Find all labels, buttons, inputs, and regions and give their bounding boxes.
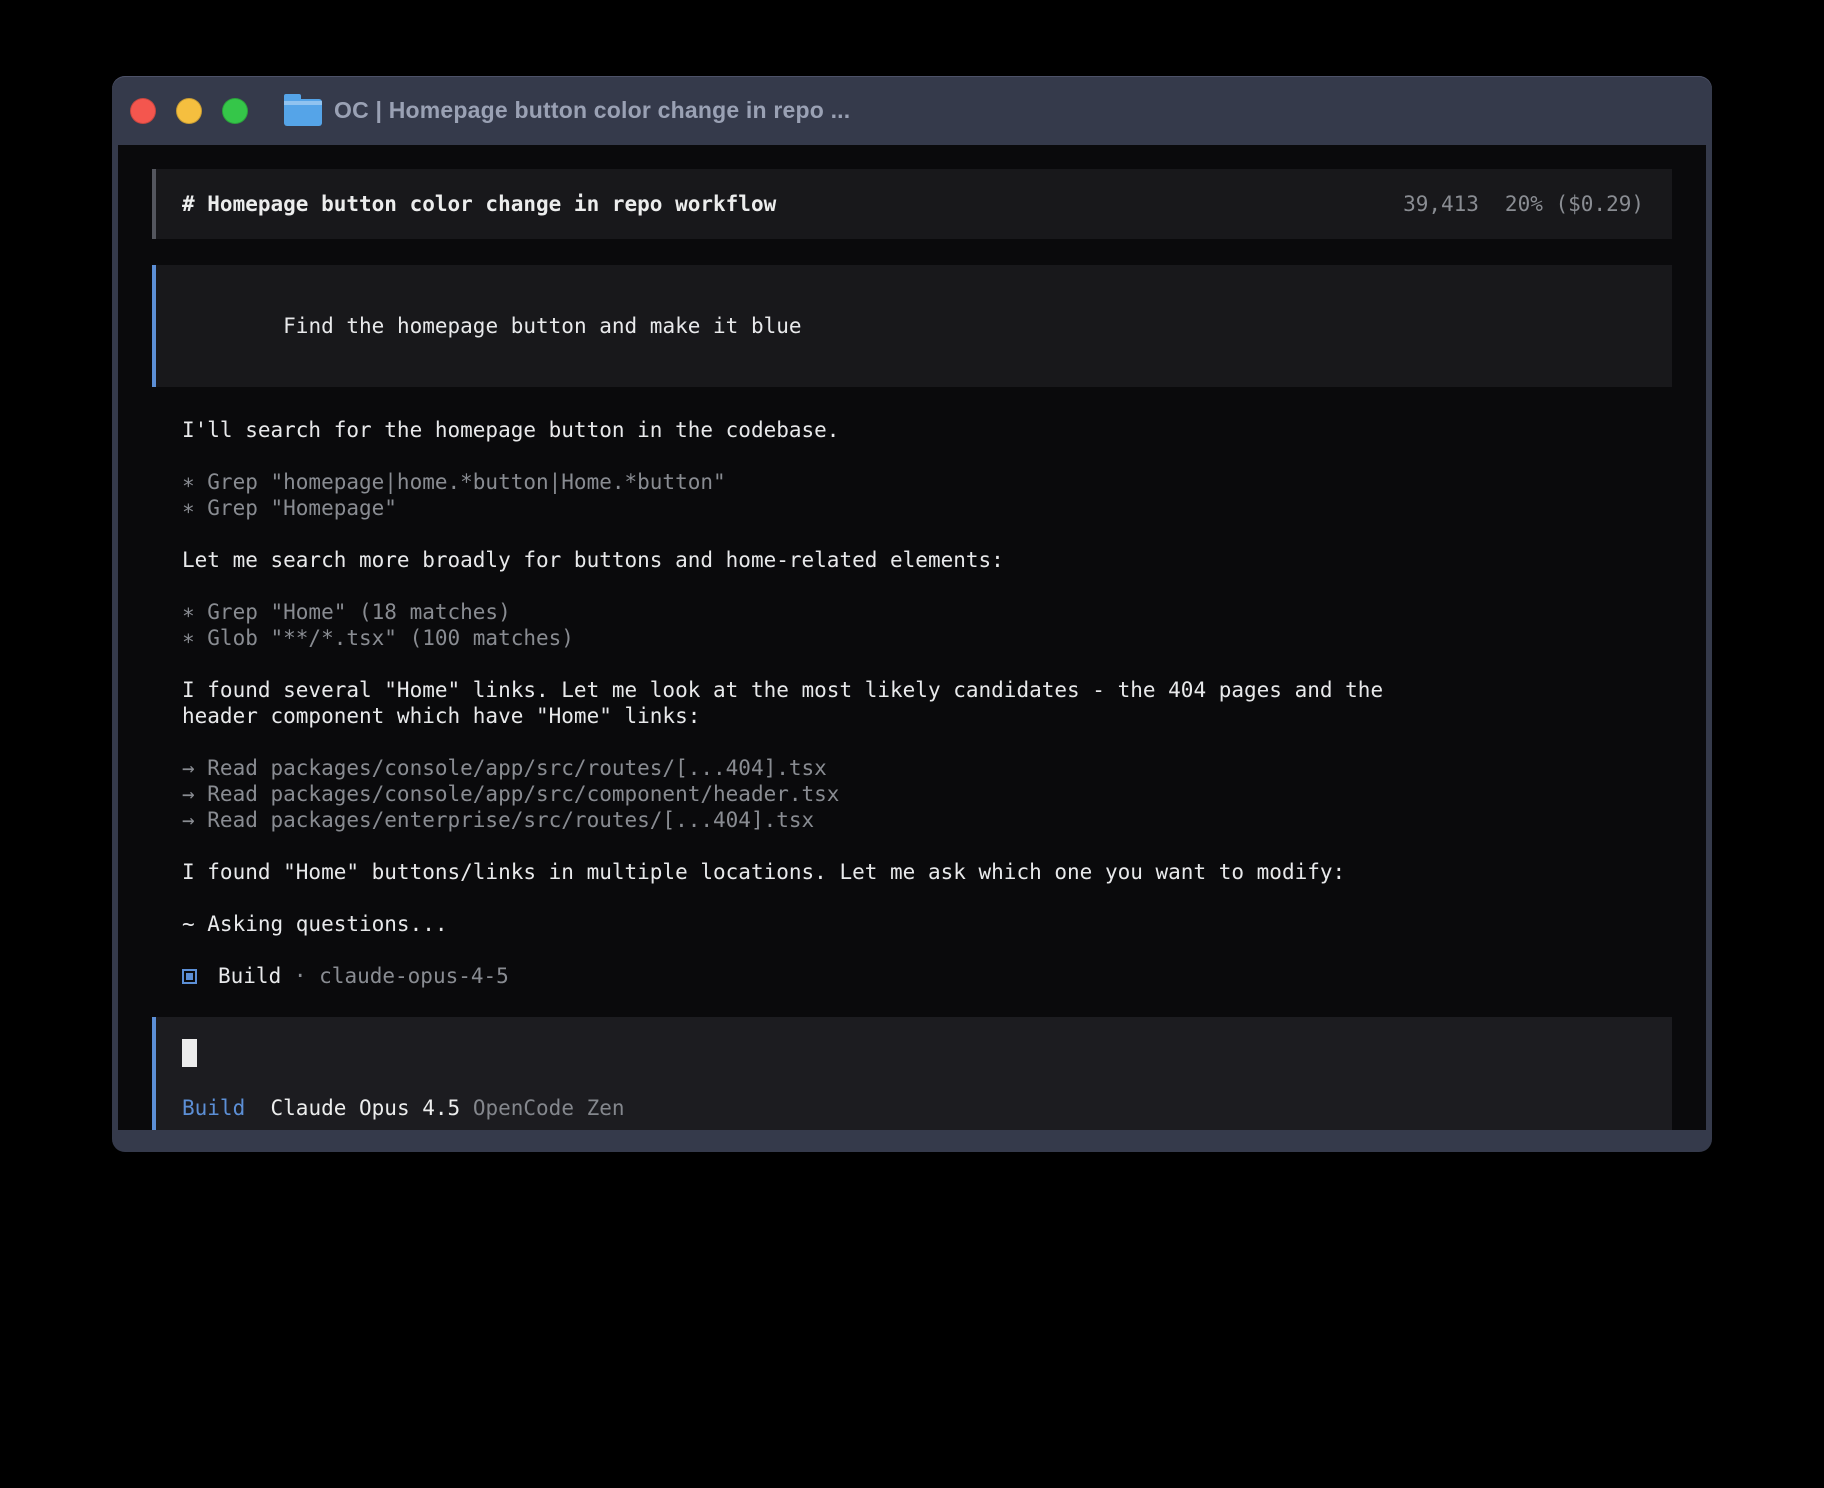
assistant-text: I'll search for the homepage button in t… <box>182 417 1422 443</box>
agent-separator: · <box>281 963 319 989</box>
assistant-text: I found several "Home" links. Let me loo… <box>182 677 1422 729</box>
tool-call-line: ∗ Grep "Homepage" <box>182 496 397 520</box>
agent-status-row: Build · claude-opus-4-5 <box>182 963 1672 989</box>
tool-call-line: ∗ Grep "homepage|home.*button|Home.*butt… <box>182 470 726 494</box>
terminal-window: OC | Homepage button color change in rep… <box>112 76 1712 1152</box>
tool-call-group: ∗ Grep "homepage|home.*button|Home.*butt… <box>182 469 1422 521</box>
assistant-text: I found "Home" buttons/links in multiple… <box>182 859 1422 885</box>
assistant-response: I'll search for the homepage button in t… <box>152 417 1672 989</box>
session-stats: 39,413 20% ($0.29) <box>1403 191 1644 217</box>
folder-icon <box>284 99 322 126</box>
close-button[interactable] <box>130 98 156 124</box>
session-header-card: # Homepage button color change in repo w… <box>152 169 1672 239</box>
tool-call-line: → Read packages/console/app/src/routes/[… <box>182 756 827 780</box>
model-status-row: Build Claude Opus 4.5 OpenCode Zen <box>182 1095 1644 1121</box>
input-agent-label: Build <box>182 1096 245 1120</box>
context-usage: 20% ($0.29) <box>1505 192 1644 216</box>
input-provider-label: OpenCode Zen <box>473 1096 625 1120</box>
window-title: OC | Homepage button color change in rep… <box>334 97 850 124</box>
session-title: # Homepage button color change in repo w… <box>182 191 776 217</box>
text-cursor <box>182 1039 197 1067</box>
zoom-button[interactable] <box>222 98 248 124</box>
tool-call-line: ∗ Glob "**/*.tsx" (100 matches) <box>182 626 574 650</box>
prompt-input-line[interactable] <box>182 1039 1644 1073</box>
token-count: 39,413 <box>1403 192 1479 216</box>
tool-call-line: → Read packages/console/app/src/componen… <box>182 782 839 806</box>
session-content: # Homepage button color change in repo w… <box>118 145 1706 1130</box>
minimize-button[interactable] <box>176 98 202 124</box>
assistant-text: Let me search more broadly for buttons a… <box>182 547 1422 573</box>
window-titlebar[interactable]: OC | Homepage button color change in rep… <box>112 76 1712 145</box>
user-message-text: Find the homepage button and make it blu… <box>283 314 801 338</box>
tool-call-group: → Read packages/console/app/src/routes/[… <box>182 755 1422 833</box>
tool-call-line: ∗ Grep "Home" (18 matches) <box>182 600 511 624</box>
terminal-body: # Homepage button color change in repo w… <box>118 145 1706 1130</box>
agent-name: Build <box>218 963 281 989</box>
prompt-input[interactable]: Build Claude Opus 4.5 OpenCode Zen <box>152 1017 1672 1130</box>
tool-call-group: ∗ Grep "Home" (18 matches)∗ Glob "**/*.t… <box>182 599 1422 651</box>
square-in-square-icon <box>182 969 197 984</box>
tool-call-line: → Read packages/enterprise/src/routes/[.… <box>182 808 814 832</box>
input-model-label: Claude Opus 4.5 <box>271 1096 461 1120</box>
user-message: Find the homepage button and make it blu… <box>152 265 1672 387</box>
assistant-status-text: ~ Asking questions... <box>182 911 1422 937</box>
agent-model: claude-opus-4-5 <box>319 963 509 989</box>
